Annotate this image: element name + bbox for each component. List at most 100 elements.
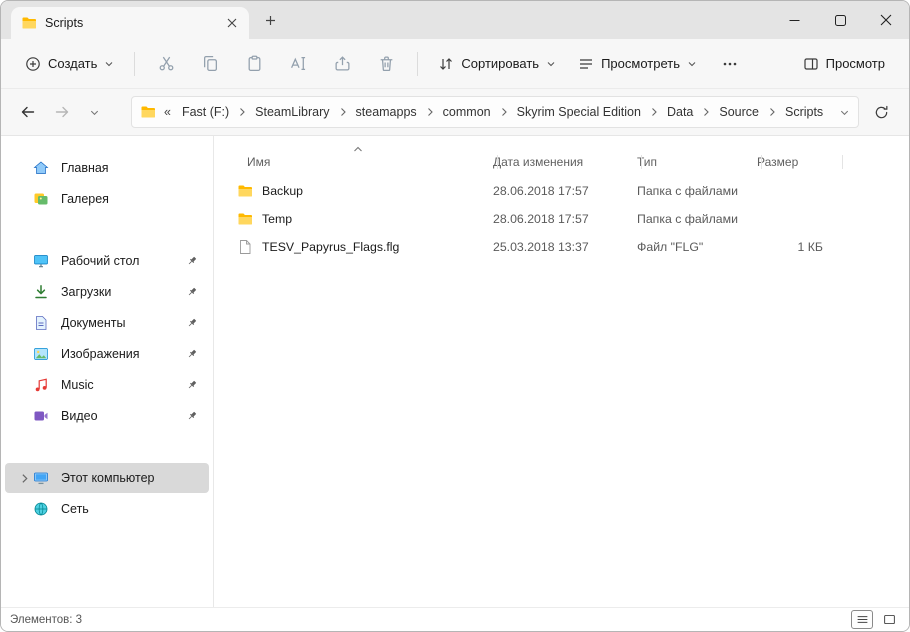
maximize-icon[interactable] [817, 1, 863, 39]
this-pc-icon [33, 470, 51, 486]
address-dropdown-chevron-icon[interactable] [839, 107, 850, 118]
details-view-icon[interactable] [851, 610, 873, 629]
sidebar-item-pictures[interactable]: Изображения [5, 339, 209, 369]
sidebar-item-music[interactable]: Music [5, 370, 209, 400]
file-explorer-window: Scripts Создать [0, 0, 910, 632]
file-rows: Backup 28.06.2018 17:57 Папка с файлами … [225, 177, 889, 261]
share-icon[interactable] [321, 46, 363, 82]
chevron-right-icon[interactable] [338, 107, 348, 117]
file-row-temp[interactable]: Temp 28.06.2018 17:57 Папка с файлами [225, 205, 889, 233]
desktop-icon [33, 253, 51, 269]
tab-scripts[interactable]: Scripts [11, 7, 249, 39]
minimize-icon[interactable] [771, 1, 817, 39]
file-size: 1 КБ [757, 240, 847, 254]
sidebar-item-documents[interactable]: Документы [5, 308, 209, 338]
chevron-right-icon[interactable] [499, 107, 509, 117]
folder-icon [140, 104, 156, 120]
preview-pane-icon [803, 56, 819, 72]
breadcrumb-overflow-button[interactable]: « [161, 105, 174, 119]
sidebar-item-downloads[interactable]: Загрузки [5, 277, 209, 307]
explorer-body: Главная Галерея Рабочий стол [1, 136, 909, 607]
file-name: Temp [262, 212, 292, 226]
sidebar-item-home[interactable]: Главная [5, 153, 209, 183]
create-label: Создать [48, 56, 97, 71]
close-icon[interactable] [863, 1, 909, 39]
breadcrumb[interactable]: « Fast (F:) SteamLibrary steamapps commo… [131, 96, 859, 128]
folder-icon [21, 15, 37, 31]
rename-icon[interactable] [277, 46, 319, 82]
breadcrumb-item-drive[interactable]: Fast (F:) [177, 102, 234, 122]
file-date: 28.06.2018 17:57 [493, 212, 637, 226]
chevron-right-icon[interactable] [767, 107, 777, 117]
file-row-tesv-papyrus-flags[interactable]: TESV_Papyrus_Flags.flg 25.03.2018 13:37 … [225, 233, 889, 261]
column-header-name[interactable]: Имя [225, 155, 493, 169]
column-separator[interactable] [641, 155, 642, 169]
copy-icon[interactable] [189, 46, 231, 82]
pin-icon [185, 348, 199, 360]
file-name: TESV_Papyrus_Flags.flg [262, 240, 399, 254]
file-icon [237, 239, 253, 255]
sidebar-section-gap [1, 215, 213, 245]
pin-icon [185, 255, 199, 267]
sort-icon [438, 56, 454, 72]
chevron-down-icon [104, 59, 114, 69]
preview-button[interactable]: Просмотр [793, 46, 895, 82]
pin-icon [185, 317, 199, 329]
breadcrumb-item-current[interactable]: Scripts [780, 102, 828, 122]
sort-button[interactable]: Сортировать [428, 46, 566, 82]
download-icon [33, 284, 51, 300]
breadcrumb-item[interactable]: Skyrim Special Edition [512, 102, 646, 122]
tab-close-icon[interactable] [221, 12, 243, 34]
create-button[interactable]: Создать [15, 46, 124, 82]
sidebar-item-gallery[interactable]: Галерея [5, 184, 209, 214]
paste-icon[interactable] [233, 46, 275, 82]
file-date: 25.03.2018 13:37 [493, 240, 637, 254]
sidebar-section-gap [1, 432, 213, 462]
breadcrumb-item[interactable]: Source [714, 102, 764, 122]
column-separator[interactable] [842, 155, 843, 169]
tab-title: Scripts [45, 16, 213, 30]
view-list-icon [578, 56, 594, 72]
thumbnail-view-icon[interactable] [878, 610, 900, 629]
network-icon [33, 501, 51, 517]
breadcrumb-item[interactable]: Data [662, 102, 698, 122]
column-header-size[interactable]: Размер [757, 155, 847, 169]
sidebar-item-network[interactable]: Сеть [5, 494, 209, 524]
delete-icon[interactable] [365, 46, 407, 82]
column-header-date[interactable]: Дата изменения [493, 155, 637, 169]
chevron-down-icon [687, 59, 697, 69]
sidebar-item-this-pc[interactable]: Этот компьютер [5, 463, 209, 493]
refresh-icon[interactable] [865, 97, 897, 127]
chevron-right-icon[interactable] [237, 107, 247, 117]
column-separator[interactable] [761, 155, 762, 169]
sidebar-item-desktop[interactable]: Рабочий стол [5, 246, 209, 276]
toolbar-divider [417, 52, 418, 76]
file-row-backup[interactable]: Backup 28.06.2018 17:57 Папка с файлами [225, 177, 889, 205]
file-name: Backup [262, 184, 303, 198]
navigation-pane: Главная Галерея Рабочий стол [1, 136, 214, 607]
more-options-icon[interactable] [709, 46, 751, 82]
view-button[interactable]: Просмотреть [568, 46, 707, 82]
file-type: Папка с файлами [637, 212, 757, 226]
view-toggles [851, 610, 900, 629]
chevron-right-icon[interactable] [15, 473, 33, 484]
column-headers: Имя Дата изменения Тип Размер [225, 149, 889, 175]
cut-icon[interactable] [145, 46, 187, 82]
column-header-type[interactable]: Тип [637, 155, 757, 169]
breadcrumb-item[interactable]: SteamLibrary [250, 102, 334, 122]
chevron-right-icon[interactable] [649, 107, 659, 117]
pin-icon [185, 410, 199, 422]
new-tab-button[interactable] [259, 9, 281, 31]
pin-icon [185, 379, 199, 391]
chevron-right-icon[interactable] [701, 107, 711, 117]
sidebar-item-videos[interactable]: Видео [5, 401, 209, 431]
sort-ascending-icon [353, 142, 363, 156]
column-separator[interactable] [497, 155, 498, 169]
recent-locations-chevron-icon[interactable] [81, 97, 107, 127]
breadcrumb-item[interactable]: steamapps [351, 102, 422, 122]
sort-label: Сортировать [461, 56, 539, 71]
back-icon[interactable] [13, 97, 43, 127]
breadcrumb-item[interactable]: common [438, 102, 496, 122]
chevron-right-icon[interactable] [425, 107, 435, 117]
forward-icon[interactable] [47, 97, 77, 127]
